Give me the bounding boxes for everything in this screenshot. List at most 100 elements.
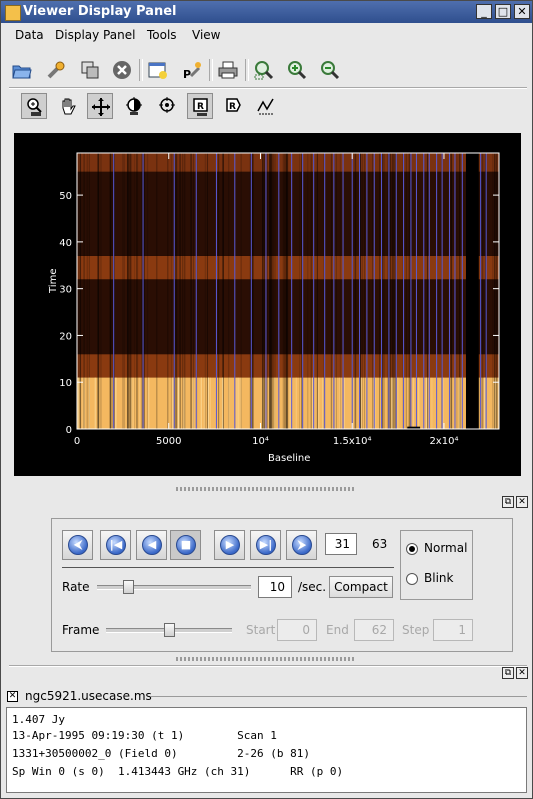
x-tick-label: 2x10⁴ xyxy=(429,436,458,447)
tracking-info: 1.407 Jy 13-Apr-1995 09:19:30 (t 1) Scan… xyxy=(6,707,527,793)
frame-input[interactable]: 31 xyxy=(325,533,357,555)
y-tick-label: 30 xyxy=(59,285,72,296)
tracking-line: Sp Win 0 (s 0) 1.413443 GHz (ch 31) RR (… xyxy=(12,765,344,778)
tracking-close-icon[interactable]: ✕ xyxy=(7,691,18,702)
x-axis-label: Baseline xyxy=(268,453,311,464)
menu-view[interactable]: View xyxy=(192,28,220,42)
start-label: Start xyxy=(246,623,276,637)
rewind-button[interactable]: ⮜ xyxy=(62,530,93,560)
undock-icon[interactable]: ⧉ xyxy=(502,496,514,508)
rate-slider-track[interactable] xyxy=(97,585,251,590)
close-circle-icon[interactable] xyxy=(109,57,135,83)
tracking-rule xyxy=(151,696,527,697)
toolbar-separator xyxy=(245,59,249,81)
menu-bar: Data Display Panel Tools View xyxy=(1,25,532,47)
rate-slider-thumb[interactable] xyxy=(122,580,134,594)
contrast-tool-icon[interactable] xyxy=(121,93,147,119)
viewer-window: Viewer Display Panel _ □ ✕ Data Display … xyxy=(0,0,533,799)
step-input[interactable]: 1 xyxy=(433,619,473,641)
rewind-icon: ⮜ xyxy=(74,538,82,551)
mode-group: Normal Blink xyxy=(400,530,473,600)
blink-label: Blink xyxy=(424,571,454,585)
blink-radio[interactable] xyxy=(406,573,418,585)
polyline-icon[interactable] xyxy=(253,93,279,119)
display-canvas[interactable]: 0 10 20 30 40 50 0 5000 10⁴ 1.5x10⁴ 2x10⁴ Time Bas… xyxy=(14,133,521,476)
menu-data[interactable]: Data xyxy=(15,28,44,42)
y-axis-label: Time xyxy=(48,268,59,293)
mouse-tools-toolbar: R R xyxy=(1,89,532,123)
svg-text:R: R xyxy=(229,102,236,112)
close-dock-icon[interactable]: ✕ xyxy=(516,496,528,508)
polygon-region-icon[interactable]: R xyxy=(220,93,246,119)
y-tick-label: 10 xyxy=(59,378,72,389)
close-dock-icon[interactable]: ✕ xyxy=(516,667,528,679)
play-forward-icon: ⮞ xyxy=(298,538,306,551)
zoom-out-icon[interactable] xyxy=(317,57,343,83)
close-button[interactable]: ✕ xyxy=(514,4,530,19)
zoom-in-icon[interactable] xyxy=(284,57,310,83)
step-back-button[interactable]: ◀ xyxy=(136,530,167,560)
wrench-icon[interactable] xyxy=(43,57,69,83)
end-label: End xyxy=(326,623,349,637)
svg-text:P: P xyxy=(183,68,191,80)
y-tick-label: 50 xyxy=(59,191,72,202)
step-forward-button[interactable]: ▶ xyxy=(214,530,245,560)
rate-unit: /sec. xyxy=(298,580,327,594)
end-input[interactable]: 62 xyxy=(354,619,394,641)
minimize-button[interactable]: _ xyxy=(476,4,492,19)
y-tick-label: 40 xyxy=(59,238,72,249)
menu-display-panel[interactable]: Display Panel xyxy=(55,28,135,42)
y-tick-label: 0 xyxy=(66,425,72,436)
rate-input[interactable]: 10 xyxy=(258,576,292,598)
new-panel-icon[interactable] xyxy=(145,57,171,83)
animator-panel: ⮜ |◀ ◀ ■ ▶ ▶| ⮞ 31 63 Rate 10 /sec. Comp… xyxy=(51,518,513,652)
toolbar-separator xyxy=(209,59,213,81)
x-tick-label: 5000 xyxy=(156,436,181,447)
to-end-icon: ▶| xyxy=(259,538,273,551)
tracking-line: 1.407 Jy xyxy=(12,713,65,726)
step-back-icon: ◀ xyxy=(147,538,157,551)
stop-icon: ■ xyxy=(180,538,192,551)
zoom-box-icon[interactable] xyxy=(251,57,277,83)
compact-button[interactable]: Compact xyxy=(329,576,393,598)
x-tick-label: 0 xyxy=(74,436,80,447)
frame-label: Frame xyxy=(62,623,100,637)
copy-panel-icon[interactable] xyxy=(77,57,103,83)
toolbar-separator xyxy=(139,59,143,81)
to-start-icon: |◀ xyxy=(109,538,123,551)
play-forward-button[interactable]: ⮞ xyxy=(286,530,317,560)
main-toolbar: P xyxy=(1,53,532,87)
rectangle-region-icon[interactable]: R xyxy=(187,93,213,119)
print-icon[interactable] xyxy=(215,57,241,83)
splitter-grip[interactable] xyxy=(176,657,356,661)
frame-slider-thumb[interactable] xyxy=(164,623,175,637)
stop-button[interactable]: ■ xyxy=(170,530,201,560)
window-title: Viewer Display Panel xyxy=(23,4,177,19)
zoom-tool-icon[interactable] xyxy=(21,93,47,119)
panel-options-icon[interactable]: P xyxy=(179,57,205,83)
raster-plot[interactable]: 0 10 20 30 40 50 0 5000 10⁴ 1.5x10⁴ 2x10⁴ xyxy=(14,133,521,476)
frame-total: 63 xyxy=(372,537,388,551)
maximize-button[interactable]: □ xyxy=(495,4,511,19)
to-start-button[interactable]: |◀ xyxy=(100,530,131,560)
splitter-grip[interactable] xyxy=(176,487,356,491)
to-end-button[interactable]: ▶| xyxy=(250,530,281,560)
rate-label: Rate xyxy=(62,580,90,594)
animator-divider xyxy=(62,567,394,568)
title-bar: Viewer Display Panel _ □ ✕ xyxy=(1,1,532,23)
data-gap xyxy=(465,153,479,429)
x-tick-label: 1.5x10⁴ xyxy=(333,436,372,447)
open-icon[interactable] xyxy=(9,57,35,83)
start-input[interactable]: 0 xyxy=(277,619,317,641)
normal-radio[interactable] xyxy=(406,543,418,555)
dock-divider xyxy=(9,665,527,667)
normal-label: Normal xyxy=(424,541,468,555)
crosshair-move-icon[interactable] xyxy=(87,93,113,119)
tracking-line: 13-Apr-1995 09:19:30 (t 1) Scan 1 xyxy=(12,729,277,742)
undock-icon[interactable]: ⧉ xyxy=(502,667,514,679)
svg-text:R: R xyxy=(197,102,204,112)
menu-tools[interactable]: Tools xyxy=(147,28,177,42)
tracking-line: 1331+30500002_0 (Field 0) 2-26 (b 81) xyxy=(12,747,311,760)
pan-tool-icon[interactable] xyxy=(55,93,81,119)
position-tool-icon[interactable] xyxy=(154,93,180,119)
